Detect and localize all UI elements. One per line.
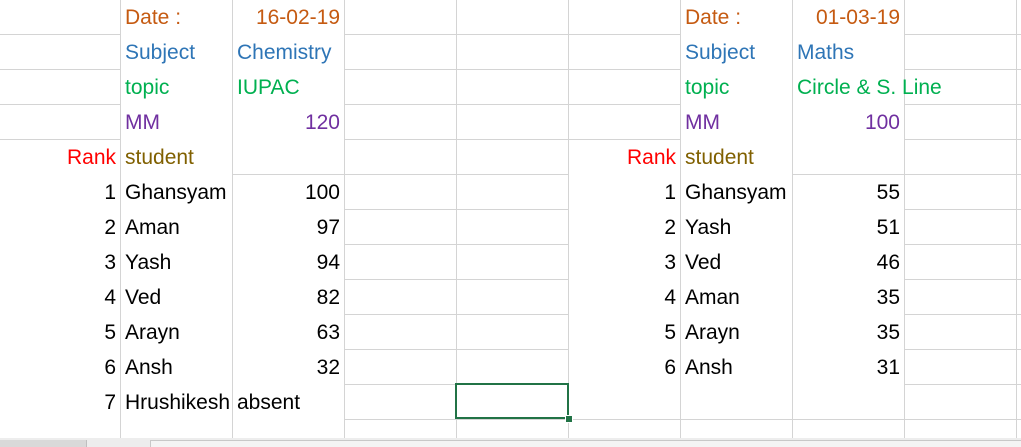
- student-name-cell[interactable]: Arayn: [121, 315, 232, 350]
- student-name-cell[interactable]: Aman: [681, 280, 792, 315]
- rank-cell[interactable]: 4: [569, 280, 680, 315]
- student-name-cell[interactable]: Aman: [121, 210, 232, 245]
- rank-cell[interactable]: 2: [0, 210, 120, 245]
- student-name-cell[interactable]: Hrushikesh: [121, 385, 232, 420]
- subject-value-cell[interactable]: Chemistry: [233, 35, 344, 70]
- rank-cell[interactable]: 1: [0, 175, 120, 210]
- score-cell[interactable]: 51: [793, 210, 904, 245]
- topic-value-cell[interactable]: Circle & S. Line: [793, 70, 942, 105]
- horizontal-scrollbar[interactable]: [150, 440, 1021, 447]
- rank-cell[interactable]: 5: [0, 315, 120, 350]
- date-value-cell[interactable]: 16-02-19: [233, 0, 344, 35]
- fill-handle[interactable]: [565, 415, 573, 423]
- max-marks-value-cell[interactable]: 120: [233, 105, 344, 140]
- score-cell[interactable]: 63: [233, 315, 344, 350]
- student-name-cell[interactable]: Ghansyam: [121, 175, 232, 210]
- max-marks-label-cell[interactable]: MM: [681, 105, 792, 140]
- gridline: [904, 0, 905, 438]
- student-header-cell[interactable]: student: [681, 140, 792, 175]
- spreadsheet-grid[interactable]: Date : 16-02-19 Subject Chemistry topic …: [0, 0, 1021, 447]
- rank-cell[interactable]: 3: [0, 245, 120, 280]
- gridline: [456, 0, 457, 438]
- subject-value-cell[interactable]: Maths: [793, 35, 904, 70]
- score-cell[interactable]: 31: [793, 350, 904, 385]
- student-name-cell[interactable]: Arayn: [681, 315, 792, 350]
- rank-cell[interactable]: 3: [569, 245, 680, 280]
- rank-cell[interactable]: 2: [569, 210, 680, 245]
- rank-cell[interactable]: 7: [0, 385, 120, 420]
- topic-value-cell[interactable]: IUPAC: [233, 70, 344, 105]
- rank-cell[interactable]: 1: [569, 175, 680, 210]
- student-name-cell[interactable]: Ansh: [681, 350, 792, 385]
- rank-cell[interactable]: 6: [0, 350, 120, 385]
- score-cell[interactable]: 35: [793, 280, 904, 315]
- student-name-cell[interactable]: Yash: [121, 245, 232, 280]
- score-cell[interactable]: 35: [793, 315, 904, 350]
- student-name-cell[interactable]: Ansh: [121, 350, 232, 385]
- subject-label-cell[interactable]: Subject: [681, 35, 792, 70]
- score-cell[interactable]: absent: [233, 385, 344, 420]
- topic-label-cell[interactable]: topic: [121, 70, 232, 105]
- rank-cell[interactable]: 5: [569, 315, 680, 350]
- score-cell[interactable]: 82: [233, 280, 344, 315]
- score-cell[interactable]: 55: [793, 175, 904, 210]
- score-cell[interactable]: 100: [233, 175, 344, 210]
- date-value-cell[interactable]: 01-03-19: [793, 0, 904, 35]
- score-cell[interactable]: 97: [233, 210, 344, 245]
- rank-cell[interactable]: 4: [0, 280, 120, 315]
- gridline: [1016, 0, 1017, 438]
- subject-label-cell[interactable]: Subject: [121, 35, 232, 70]
- max-marks-label-cell[interactable]: MM: [121, 105, 232, 140]
- date-label-cell[interactable]: Date :: [121, 0, 232, 35]
- rank-cell[interactable]: 6: [569, 350, 680, 385]
- student-name-cell[interactable]: Yash: [681, 210, 792, 245]
- active-cell-selection[interactable]: [455, 383, 569, 419]
- student-name-cell[interactable]: Ved: [121, 280, 232, 315]
- sheet-tab[interactable]: [0, 440, 87, 447]
- score-cell[interactable]: 94: [233, 245, 344, 280]
- student-header-cell[interactable]: student: [121, 140, 232, 175]
- max-marks-value-cell[interactable]: 100: [793, 105, 904, 140]
- topic-label-cell[interactable]: topic: [681, 70, 792, 105]
- score-cell[interactable]: 32: [233, 350, 344, 385]
- date-label-cell[interactable]: Date :: [681, 0, 792, 35]
- student-name-cell[interactable]: Ghansyam: [681, 175, 792, 210]
- gridline: [344, 0, 345, 438]
- student-name-cell[interactable]: Ved: [681, 245, 792, 280]
- score-cell[interactable]: 46: [793, 245, 904, 280]
- rank-header-cell[interactable]: Rank: [569, 140, 680, 175]
- rank-header-cell[interactable]: Rank: [0, 140, 120, 175]
